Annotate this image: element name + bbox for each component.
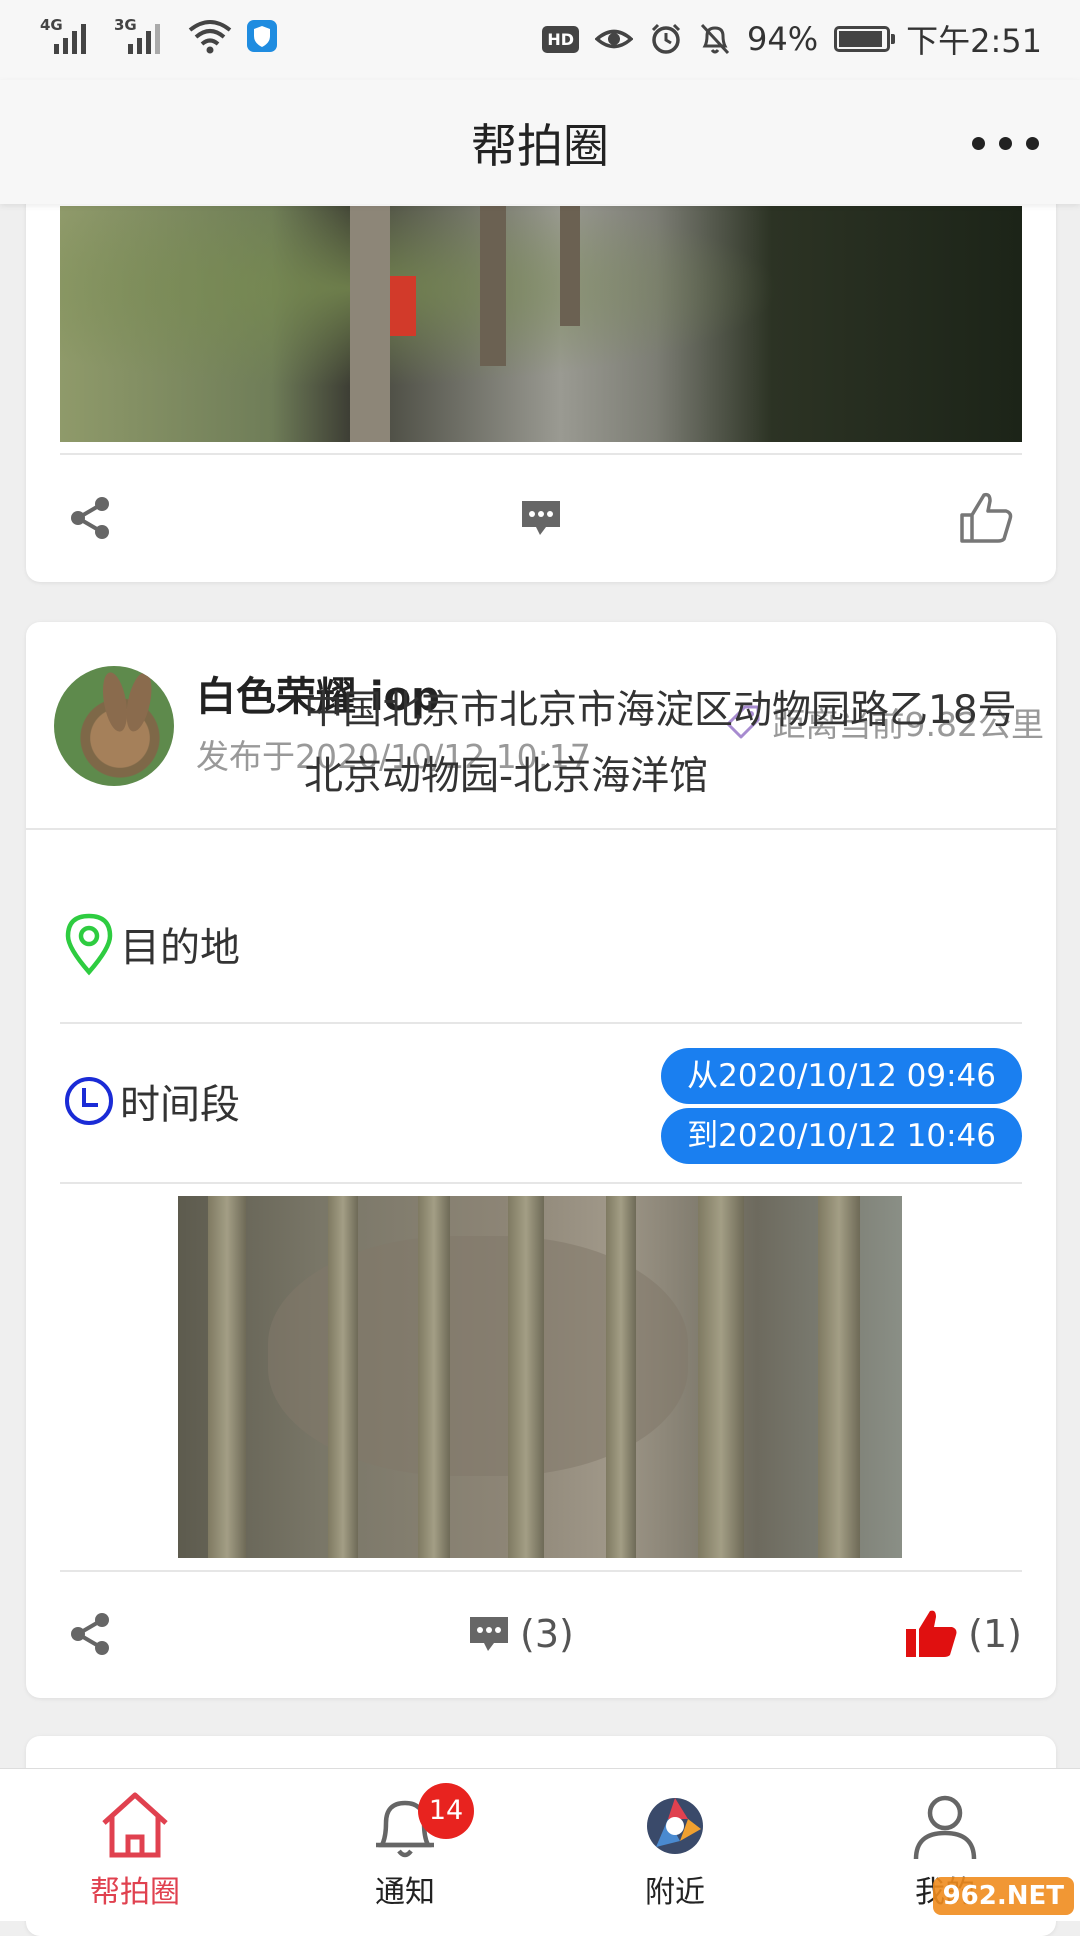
more-dot-icon [999, 136, 1012, 150]
nav-label: 通知 [375, 1875, 435, 1910]
battery-level-fill [839, 31, 883, 47]
divider [60, 1022, 1022, 1024]
time-to-pill: 到2020/10/12 10:46 [661, 1108, 1022, 1164]
like-count: (1) [968, 1612, 1022, 1656]
more-dot-icon [972, 136, 985, 150]
share-icon [71, 497, 109, 539]
post-card: 白色荣耀 iop 发布于2020/10/12 10:17 距离当前9.82公里 … [26, 622, 1056, 1698]
comment-icon [470, 1617, 508, 1651]
location-pin-icon [65, 913, 113, 976]
page-title: 帮拍圈 [471, 119, 609, 173]
like-button[interactable]: (1) [904, 1594, 1022, 1674]
comment-count: (3) [520, 1612, 574, 1656]
alarm-icon [651, 23, 681, 54]
bottom-navigation: 帮拍圈 14 通知 附近 我的 962.NET [0, 1768, 1080, 1921]
nav-item-notifications[interactable]: 14 通知 [270, 1769, 540, 1921]
divider [26, 828, 1056, 830]
comment-button[interactable]: (3) [466, 1594, 574, 1674]
avatar[interactable] [54, 666, 174, 786]
share-icon [71, 1613, 109, 1655]
divider [60, 453, 1022, 455]
thumbs-up-icon [960, 492, 1013, 543]
aperture-icon [647, 1798, 703, 1854]
time-range-label: 时间段 [62, 1072, 240, 1130]
clock-icon [65, 1077, 113, 1125]
nav-label: 附近 [645, 1875, 705, 1910]
divider [60, 1570, 1022, 1572]
clock: 下午2:51 [906, 22, 1042, 60]
shield-icon [247, 20, 277, 52]
more-dot-icon [1026, 136, 1039, 150]
comment-icon [522, 501, 560, 535]
user-icon [913, 1795, 977, 1860]
mute-bell-icon [700, 23, 730, 55]
notification-badge: 14 [418, 1783, 474, 1839]
nav-item-nearby[interactable]: 附近 [540, 1769, 810, 1921]
wifi-icon [188, 20, 232, 54]
destination-label-text: 目的地 [120, 925, 240, 971]
comment-button[interactable] [518, 478, 572, 558]
post-card [26, 150, 1056, 582]
thumbs-up-filled-icon [906, 1610, 957, 1657]
battery-percent: 94% [747, 20, 819, 58]
share-button[interactable] [66, 478, 114, 558]
more-menu-button[interactable] [972, 128, 1052, 158]
time-range-label-text: 时间段 [120, 1082, 240, 1128]
hd-icon: HD [542, 25, 579, 53]
nav-item-home[interactable]: 帮拍圈 [0, 1769, 270, 1921]
nav-label: 帮拍圈 [90, 1875, 180, 1910]
signal-3g-icon: 3G [114, 14, 174, 58]
status-bar: 4G 3G HD 94% 下午2:51 [0, 0, 1080, 80]
post-photo[interactable] [178, 1196, 902, 1558]
battery-icon [834, 26, 896, 52]
like-button[interactable] [958, 478, 1022, 558]
home-icon [102, 1792, 168, 1858]
post-photo[interactable] [60, 206, 1022, 442]
signal-4g-icon: 4G [40, 14, 100, 58]
divider [60, 1182, 1022, 1184]
app-header: 帮拍圈 [0, 80, 1080, 204]
destination-address: 中国北京市北京市海淀区动物园路乙18号北京动物园-北京海洋馆 [304, 688, 1017, 799]
share-button[interactable] [66, 1594, 114, 1674]
eye-icon [595, 29, 633, 49]
destination-label: 目的地 [62, 912, 240, 976]
time-from-pill: 从2020/10/12 09:46 [661, 1048, 1022, 1104]
site-watermark: 962.NET [932, 1877, 1074, 1915]
